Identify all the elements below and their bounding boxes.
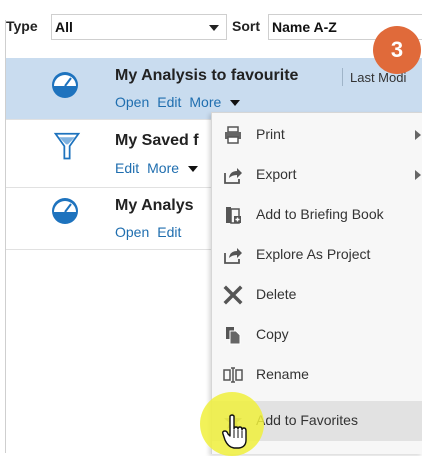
menu-item-label: Print [256, 126, 285, 142]
item-title[interactable]: My Analysis to favourite [115, 67, 298, 85]
item-actions: Edit More [115, 160, 214, 176]
edit-link[interactable]: Edit [157, 224, 181, 240]
copy-icon [226, 327, 241, 345]
item-actions: Open Edit More [115, 94, 256, 110]
menu-item-label: Rename [256, 366, 309, 382]
open-link[interactable]: Open [115, 224, 149, 240]
chevron-right-icon [415, 130, 421, 140]
sort-label: Sort [232, 18, 260, 34]
rename-icon [223, 367, 243, 383]
edit-link[interactable]: Edit [157, 94, 181, 110]
chevron-right-icon [415, 170, 421, 180]
type-select-value: All [55, 19, 73, 35]
type-label: Type [6, 18, 38, 34]
menu-item-delete[interactable]: Delete [212, 275, 422, 315]
more-link[interactable]: More [147, 160, 206, 176]
open-link[interactable]: Open [115, 94, 149, 110]
filter-funnel-icon [53, 132, 81, 160]
chevron-down-icon [209, 25, 219, 31]
sort-select-value: Name A-Z [272, 19, 337, 35]
menu-item-label: Explore As Project [256, 246, 371, 262]
step-badge: 3 [373, 26, 421, 74]
menu-item-copy[interactable]: Copy [212, 315, 422, 355]
item-actions: Open Edit [115, 224, 189, 240]
analysis-gauge-icon [52, 198, 78, 224]
type-select[interactable]: All [51, 14, 227, 40]
menu-item-label: Add to Favorites [256, 412, 358, 428]
more-link[interactable]: More [189, 94, 248, 110]
item-title[interactable]: My Analys [115, 197, 194, 215]
briefing-book-icon [226, 207, 241, 224]
more-link-label: More [189, 94, 222, 110]
menu-item-explore-as-project[interactable]: Explore As Project [212, 235, 422, 275]
filter-bar: Type All Sort Name A-Z [0, 0, 422, 58]
menu-item-print[interactable]: Print [212, 115, 422, 155]
chevron-down-icon [230, 100, 241, 107]
menu-item-label: Delete [256, 286, 297, 302]
divider [342, 68, 343, 86]
menu-item-label: Add to Briefing Book [256, 206, 384, 222]
menu-item-export[interactable]: Export [212, 155, 422, 195]
export-icon [224, 168, 242, 184]
menu-item-label: Copy [256, 326, 289, 342]
explore-icon [224, 248, 242, 264]
more-link-label: More [147, 160, 180, 176]
menu-item-add-to-briefing-book[interactable]: Add to Briefing Book [212, 195, 422, 235]
edit-link[interactable]: Edit [115, 160, 139, 176]
hand-pointer-icon [222, 414, 247, 449]
analysis-gauge-icon [52, 72, 78, 98]
item-title[interactable]: My Saved f [115, 132, 199, 150]
menu-item-label: Export [256, 166, 297, 182]
chevron-down-icon [188, 166, 199, 173]
delete-x-icon [223, 285, 243, 305]
list-item-analysis-favourite[interactable]: My Analysis to favourite Last Modi Open E… [6, 58, 422, 120]
printer-icon [225, 126, 241, 144]
menu-item-rename[interactable]: Rename [212, 355, 422, 395]
